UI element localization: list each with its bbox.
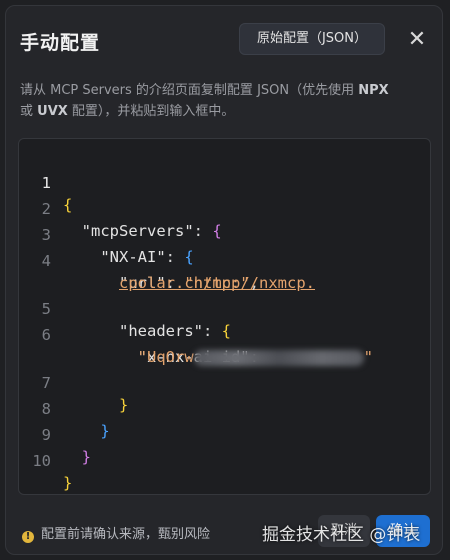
code-line: 6 "x-nx-ai-id":: [19, 302, 430, 366]
code-line: 9 }: [19, 402, 430, 466]
code-line: 2 "mcpServers": {: [19, 176, 430, 240]
dialog-description: 请从 MCP Servers 的介绍页面复制配置 JSON（优先使用 NPX 或…: [20, 83, 389, 119]
code-line: 10 }: [19, 428, 430, 492]
manual-config-dialog: 手动配置 原始配置（JSON） ✕ 请从 MCP Servers 的介绍页面复制…: [5, 5, 443, 555]
code-line-wrap: "UqOrw ": [137, 348, 373, 366]
code-line: 7 }: [19, 350, 430, 414]
info-icon: !: [22, 531, 34, 543]
raw-json-config-button[interactable]: 原始配置（JSON）: [239, 23, 385, 55]
code-line: 1 {: [19, 150, 430, 214]
code-line: 5 "headers": {: [19, 276, 430, 340]
code-line-wrap: cpolar.cn/mcp",: [119, 274, 260, 292]
confirm-button[interactable]: 确认: [376, 515, 430, 547]
code-line: 8 }: [19, 376, 430, 440]
risk-warning: ! 配置前请确认来源，甄别风险: [22, 523, 210, 543]
dialog-title: 手动配置: [20, 32, 101, 54]
json-editor[interactable]: 1 { 2 "mcpServers": { 3 "NX-AI": { 4 "ur…: [18, 138, 431, 495]
code-line: 4 "url": "http://nxmcp.: [19, 228, 430, 292]
line-number: 10: [32, 452, 51, 470]
cancel-button[interactable]: 取消: [318, 515, 370, 547]
close-icon[interactable]: ✕: [404, 27, 430, 53]
code-line: 3 "NX-AI": {: [19, 202, 430, 266]
